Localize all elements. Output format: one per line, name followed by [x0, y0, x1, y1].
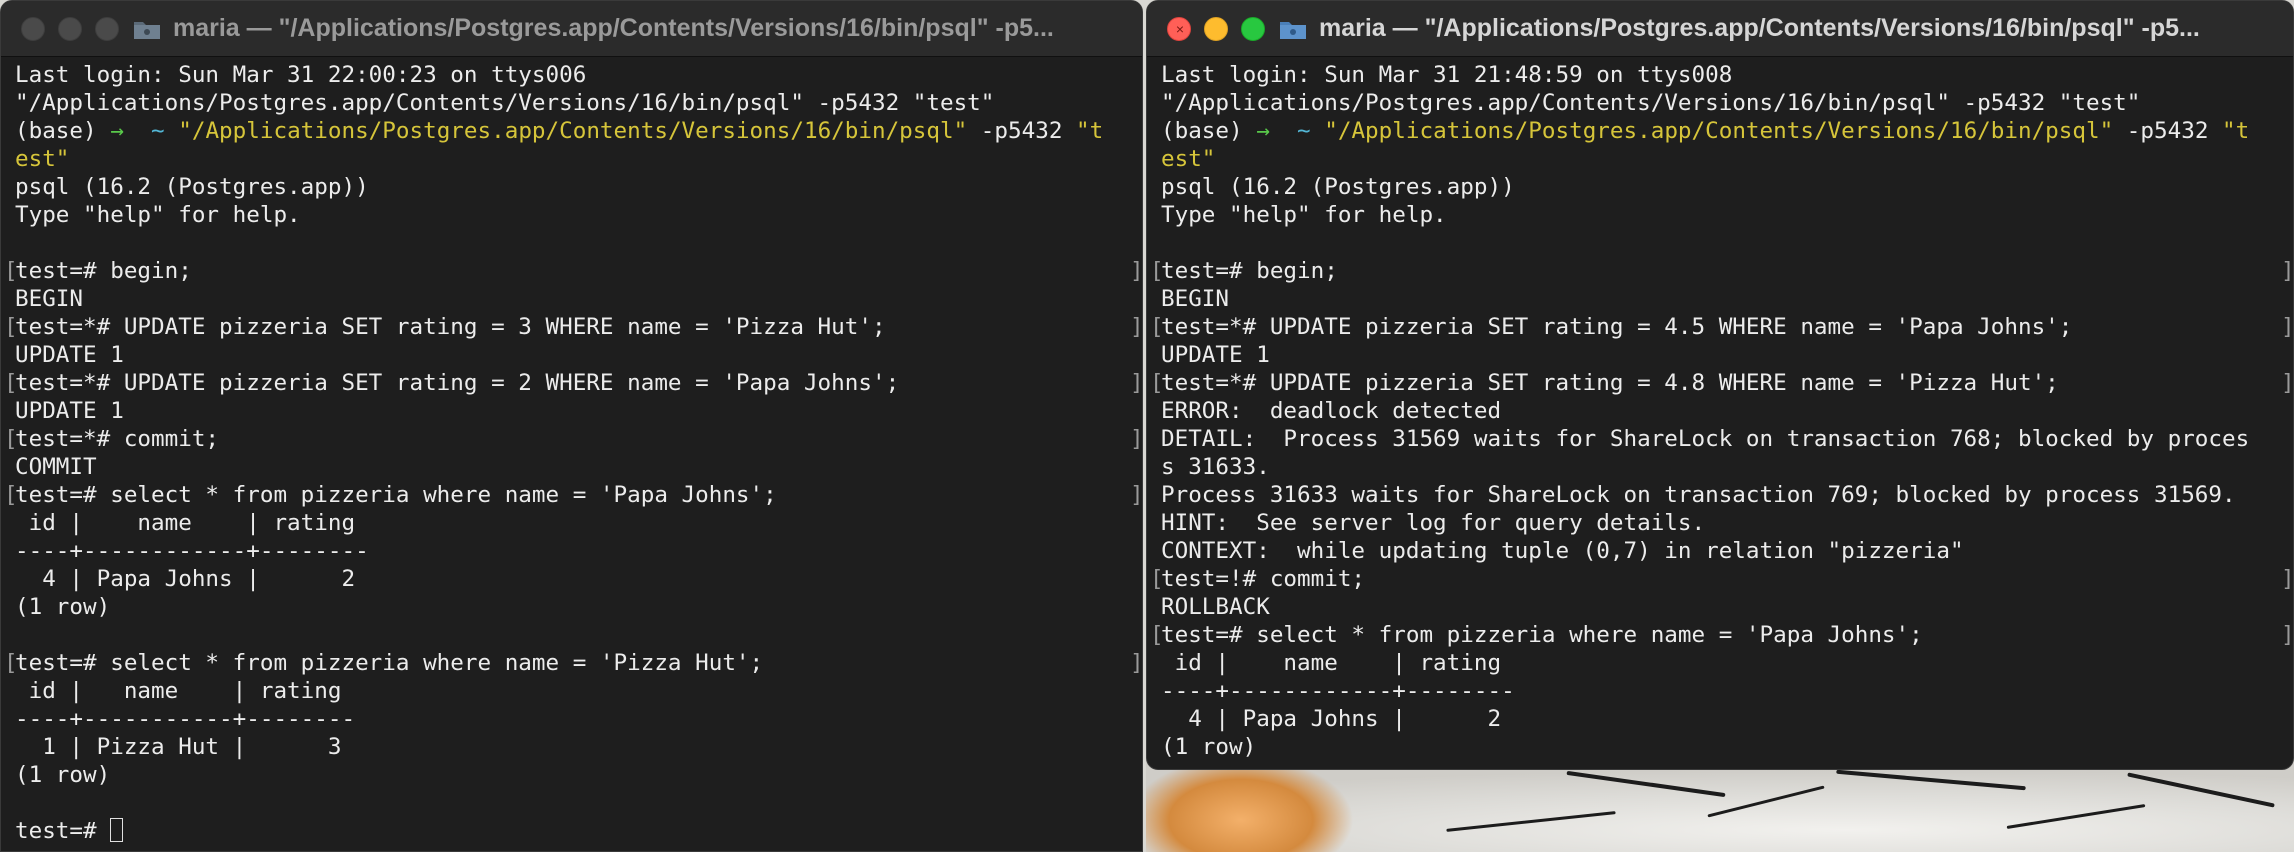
- terminal-line: ----+------------+--------: [15, 538, 369, 564]
- shell-prompt-line: (base) → ~ "/Applications/Postgres.app/C…: [15, 117, 1142, 145]
- terminal-line: id | name | rating: [15, 510, 356, 536]
- terminal-line: test=#: [15, 817, 1142, 845]
- close-button[interactable]: [21, 16, 45, 41]
- terminal-line: Type "help" for help.: [1161, 202, 1447, 228]
- prompt-text: test=#: [15, 818, 111, 844]
- zoom-button[interactable]: [95, 16, 119, 41]
- text-cursor: [110, 818, 124, 842]
- close-x-icon: ×: [1175, 20, 1185, 37]
- terminal-line: psql (16.2 (Postgres.app)): [15, 174, 369, 200]
- terminal-content[interactable]: Last login: Sun Mar 31 22:00:23 on ttys0…: [1, 57, 1142, 845]
- prompt-arrow: →: [1256, 118, 1284, 144]
- shell-prompt-line: (base) → ~ "/Applications/Postgres.app/C…: [1161, 117, 2293, 145]
- folder-icon: [134, 21, 160, 39]
- zoom-button[interactable]: [1241, 16, 1265, 41]
- window-title: maria — "/Applications/Postgres.app/Cont…: [1319, 14, 2200, 42]
- terminal-line: (1 row): [15, 762, 111, 788]
- terminal-line: 4 | Papa Johns | 2: [1161, 706, 1502, 732]
- terminal-line: "/Applications/Postgres.app/Contents/Ver…: [1161, 90, 2141, 116]
- prompt-directory: ~: [137, 118, 179, 144]
- window-title: maria — "/Applications/Postgres.app/Cont…: [173, 14, 1054, 42]
- terminal-line: DETAIL: Process 31569 waits for ShareLoc…: [1161, 426, 2250, 452]
- terminal-line: (1 row): [1161, 734, 1257, 760]
- terminal-line: ----+-----------+--------: [15, 706, 356, 732]
- command-path: "/Applications/Postgres.app/Contents/Ver…: [178, 118, 968, 144]
- prompt-directory: ~: [1283, 118, 1325, 144]
- terminal-line: COMMIT: [15, 454, 97, 480]
- terminal-line: id | name | rating: [1161, 650, 1502, 676]
- conda-env: (base): [1161, 118, 1257, 144]
- terminal-line: HINT: See server log for query details.: [1161, 510, 1706, 536]
- terminal-line: Last login: Sun Mar 31 22:00:23 on ttys0…: [15, 62, 587, 88]
- terminal-line: test=# select * from pizzeria where name…: [4, 649, 1142, 677]
- terminal-line: ----+------------+--------: [1161, 678, 1515, 704]
- prompt-arrow: →: [110, 118, 138, 144]
- terminal-line: "/Applications/Postgres.app/Contents/Ver…: [15, 90, 995, 116]
- conda-env: (base): [15, 118, 111, 144]
- minimize-button[interactable]: [1204, 16, 1228, 41]
- terminal-line: (1 row): [15, 594, 111, 620]
- folder-icon: [1280, 21, 1306, 39]
- terminal-content[interactable]: Last login: Sun Mar 31 21:48:59 on ttys0…: [1147, 57, 2293, 761]
- terminal-line: 4 | Papa Johns | 2: [15, 566, 356, 592]
- terminal-line: Process 31633 waits for ShareLock on tra…: [1161, 482, 2236, 508]
- terminal-line: test=*# UPDATE pizzeria SET rating = 2 W…: [4, 369, 1142, 397]
- terminal-line: ERROR: deadlock detected: [1161, 398, 1502, 424]
- terminal-line: ROLLBACK: [1161, 594, 1270, 620]
- terminal-line: CONTEXT: while updating tuple (0,7) in r…: [1161, 538, 1964, 564]
- terminal-line: UPDATE 1: [1161, 342, 1270, 368]
- terminal-line: BEGIN: [15, 286, 84, 312]
- terminal-line: est": [1161, 146, 1216, 172]
- terminal-line: test=!# commit;: [1150, 565, 2293, 593]
- minimize-button[interactable]: [58, 16, 82, 41]
- terminal-line: test=# begin;: [1150, 257, 2293, 285]
- terminal-line: 1 | Pizza Hut | 3: [15, 734, 342, 760]
- terminal-line: test=# select * from pizzeria where name…: [1150, 621, 2293, 649]
- window-titlebar[interactable]: × maria — "/Applications/Postgres.app/Co…: [1147, 1, 2293, 57]
- terminal-line: test=# select * from pizzeria where name…: [4, 481, 1142, 509]
- terminal-line: Last login: Sun Mar 31 21:48:59 on ttys0…: [1161, 62, 1733, 88]
- terminal-line: test=*# UPDATE pizzeria SET rating = 4.5…: [1150, 313, 2293, 341]
- terminal-line: UPDATE 1: [15, 342, 124, 368]
- command-option: -p5432: [967, 118, 1077, 144]
- terminal-window-right[interactable]: × maria — "/Applications/Postgres.app/Co…: [1146, 0, 2294, 770]
- window-titlebar[interactable]: maria — "/Applications/Postgres.app/Cont…: [1, 1, 1142, 57]
- command-path: "/Applications/Postgres.app/Contents/Ver…: [1324, 118, 2114, 144]
- close-button[interactable]: ×: [1167, 16, 1191, 41]
- command-option: -p5432: [2113, 118, 2223, 144]
- desktop-wallpaper: [1146, 760, 2294, 852]
- terminal-line: id | name | rating: [15, 678, 342, 704]
- terminal-line: test=*# UPDATE pizzeria SET rating = 3 W…: [4, 313, 1142, 341]
- terminal-line: est": [15, 146, 70, 172]
- terminal-line: BEGIN: [1161, 286, 1230, 312]
- terminal-line: psql (16.2 (Postgres.app)): [1161, 174, 1515, 200]
- terminal-window-left[interactable]: maria — "/Applications/Postgres.app/Cont…: [0, 0, 1143, 852]
- terminal-line: Type "help" for help.: [15, 202, 301, 228]
- command-argument: "t: [2222, 118, 2250, 144]
- terminal-line: test=# begin;: [4, 257, 1142, 285]
- terminal-line: UPDATE 1: [15, 398, 124, 424]
- terminal-line: s 31633.: [1161, 454, 1270, 480]
- terminal-line: test=*# UPDATE pizzeria SET rating = 4.8…: [1150, 369, 2293, 397]
- command-argument: "t: [1076, 118, 1104, 144]
- terminal-line: test=*# commit;: [4, 425, 1142, 453]
